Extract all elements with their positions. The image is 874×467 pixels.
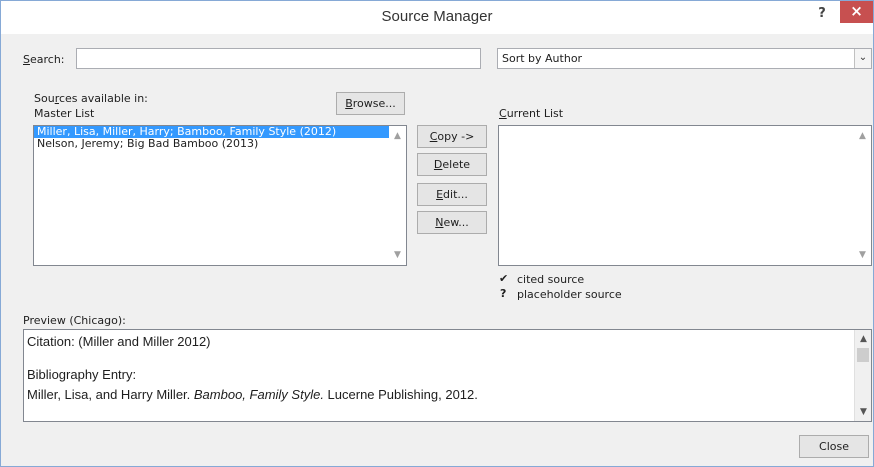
close-button[interactable]: Close <box>799 435 869 458</box>
new-button[interactable]: New... <box>417 211 487 234</box>
question-mark-icon: ? <box>500 287 507 300</box>
dialog-body: Search: Sort by Author ⌄ Sources availab… <box>1 34 873 466</box>
dialog-title: Source Manager <box>381 8 493 25</box>
sources-available-label: Sources available in: <box>34 92 148 105</box>
source-manager-dialog: Source Manager ? × Search: Sort by Autho… <box>0 0 874 467</box>
scroll-up-icon[interactable]: ▲ <box>855 331 871 347</box>
checkmark-icon: ✔ <box>499 272 509 285</box>
title-bar: Source Manager ? × <box>1 1 873 34</box>
chevron-down-icon[interactable]: ⌄ <box>854 49 871 68</box>
master-list-box[interactable]: Miller, Lisa, Miller, Harry; Bamboo, Fam… <box>33 125 407 266</box>
current-list-scrollbar[interactable]: ▲ ▼ <box>854 126 871 265</box>
sort-select[interactable]: Sort by Author ⌄ <box>497 48 872 69</box>
edit-button[interactable]: Edit... <box>417 183 487 206</box>
cited-source-legend: cited source <box>517 273 585 286</box>
delete-button[interactable]: Delete <box>417 153 487 176</box>
preview-box[interactable]: Citation: (Miller and Miller 2012) Bibli… <box>23 329 872 422</box>
preview-bibliography-heading: Bibliography Entry: <box>27 367 137 382</box>
scroll-thumb[interactable] <box>857 348 869 362</box>
sort-select-value: Sort by Author <box>502 52 583 65</box>
list-item[interactable]: Nelson, Jeremy; Big Bad Bamboo (2013) <box>34 138 390 150</box>
placeholder-source-legend: placeholder source <box>517 288 622 301</box>
preview-scrollbar[interactable]: ▲ ▼ <box>854 330 871 421</box>
scroll-down-icon[interactable]: ▼ <box>855 404 871 420</box>
master-list-items: Miller, Lisa, Miller, Harry; Bamboo, Fam… <box>34 126 390 150</box>
preview-label: Preview (Chicago): <box>23 314 126 327</box>
close-window-button[interactable]: × <box>840 1 873 23</box>
scroll-down-icon[interactable]: ▼ <box>389 247 406 263</box>
copy-button[interactable]: Copy -> <box>417 125 487 148</box>
current-list-box[interactable]: ▲ ▼ <box>498 125 872 266</box>
preview-bibliography-entry: Miller, Lisa, and Harry Miller. Bamboo, … <box>27 387 478 402</box>
preview-citation: Citation: (Miller and Miller 2012) <box>27 334 211 349</box>
current-list-label: Current List <box>499 107 564 120</box>
browse-button[interactable]: Browse... <box>336 92 405 115</box>
search-label: Search: <box>23 53 65 66</box>
scroll-down-icon[interactable]: ▼ <box>854 247 871 263</box>
scroll-up-icon[interactable]: ▲ <box>854 128 871 144</box>
search-input[interactable] <box>76 48 481 69</box>
master-list-label: Master List <box>34 107 95 120</box>
scroll-up-icon[interactable]: ▲ <box>389 128 406 144</box>
help-button[interactable]: ? <box>807 3 837 25</box>
master-list-scrollbar[interactable]: ▲ ▼ <box>389 126 406 265</box>
